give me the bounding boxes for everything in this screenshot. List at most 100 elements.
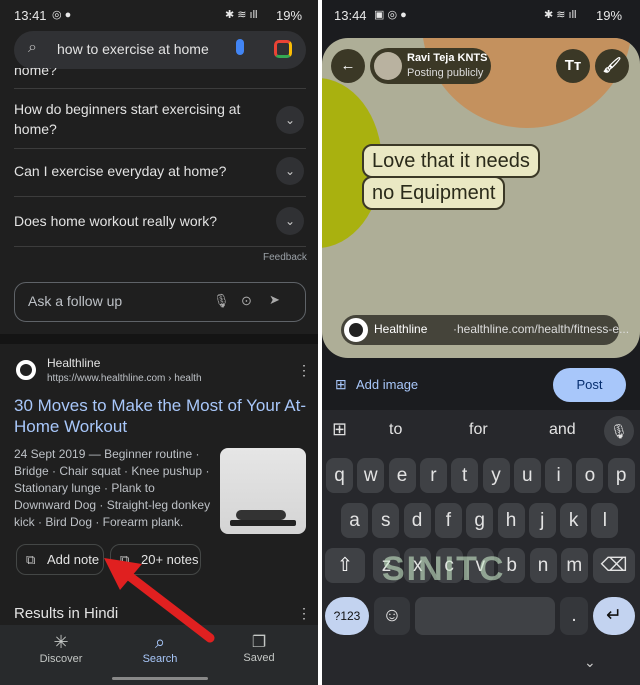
text-style-button[interactable]: Tт <box>556 49 590 83</box>
chevron-down-icon[interactable]: ⌄ <box>276 207 304 235</box>
visibility-label: Posting publicly <box>407 67 484 79</box>
link-url: ·healthline.com/health/fitness-e... <box>453 322 630 336</box>
key-f[interactable]: f <box>434 503 462 538</box>
chevron-down-icon[interactable]: ⌄ <box>276 157 304 185</box>
google-search-screen: 13:41 ◎ ● ✱ ≋ ıll 19% ⌕ how to exercise … <box>0 0 318 685</box>
key-w[interactable]: w <box>357 458 385 493</box>
lens-icon[interactable] <box>274 40 292 58</box>
asterisk-icon: ✳ <box>53 632 69 652</box>
key-h[interactable]: h <box>497 503 525 538</box>
more-options-icon[interactable]: ⋮ <box>297 362 311 379</box>
enter-key[interactable]: ↵ <box>593 597 635 635</box>
suggestion[interactable]: for <box>469 421 488 439</box>
space-key[interactable] <box>415 597 555 635</box>
signal-icons: ✱ ≋ ıll <box>544 9 577 21</box>
link-chip[interactable]: Healthline ·healthline.com/health/fitnes… <box>341 315 629 345</box>
keyboard: ⊞ to for and 🎙︎ ⇧ ⌫ ?123 ☺ . ↵ ⌄ qwertyu… <box>322 410 640 685</box>
key-r[interactable]: r <box>419 458 447 493</box>
author-chip[interactable]: Ravi Teja KNTS Posting publicly <box>370 48 491 84</box>
voice-input-mic-icon[interactable]: 🎙︎ <box>604 416 634 446</box>
key-o[interactable]: o <box>576 458 604 493</box>
mic-icon[interactable] <box>236 39 244 55</box>
result-title[interactable]: 30 Moves to Make the Most of Your At-Hom… <box>14 395 312 437</box>
search-input[interactable]: how to exercise at home <box>57 41 209 57</box>
battery-level: 19% <box>596 8 623 23</box>
feedback-link[interactable]: Feedback <box>263 252 307 263</box>
key-n[interactable]: n <box>529 548 557 583</box>
add-note-screen: 13:44 ▣ ◎ ● ✱ ≋ ıll 19% ← Ravi Teja KNTS… <box>322 0 640 685</box>
key-p[interactable]: p <box>607 458 635 493</box>
search-bar[interactable]: ⌕ how to exercise at home <box>14 31 306 69</box>
background-style-button[interactable]: 🖌︎ <box>595 49 629 83</box>
lens-icon[interactable]: ⊙ <box>241 293 252 309</box>
nav-label: Saved <box>243 652 275 664</box>
section-separator <box>0 334 318 344</box>
post-button[interactable]: Post <box>553 368 626 402</box>
notification-icons: ▣ ◎ ● <box>374 9 407 21</box>
key-m[interactable]: m <box>560 548 588 583</box>
note-text-line: no Equipment <box>362 176 506 210</box>
home-indicator <box>112 677 208 680</box>
more-options-icon[interactable]: ⋮ <box>297 605 311 622</box>
note-preview-card: ← Ravi Teja KNTS Posting publicly Tт 🖌︎ … <box>322 38 640 358</box>
add-note-icon: ⧉ <box>26 552 36 567</box>
suggestion[interactable]: to <box>389 421 402 439</box>
key-y[interactable]: y <box>482 458 510 493</box>
emoji-key[interactable]: ☺ <box>374 597 410 635</box>
result-url[interactable]: https://www.healthline.com › health <box>47 373 202 384</box>
chevron-down-icon[interactable]: ⌄ <box>276 106 304 134</box>
key-d[interactable]: d <box>403 503 431 538</box>
suggestion[interactable]: and <box>549 421 576 439</box>
question-3[interactable]: Does home workout really work? <box>14 211 264 231</box>
apps-grid-icon[interactable]: ⊞ <box>332 419 347 440</box>
battery-level: 19% <box>276 8 303 23</box>
period-key[interactable]: . <box>560 597 588 635</box>
key-e[interactable]: e <box>388 458 416 493</box>
nav-label: Search <box>142 653 178 665</box>
divider <box>14 196 306 197</box>
key-g[interactable]: g <box>466 503 494 538</box>
add-image-button[interactable]: Add image <box>356 377 418 392</box>
watermark-logo: SINITC <box>382 550 506 588</box>
result-snippet: 24 Sept 2019 — Beginner routine · Bridge… <box>14 447 211 529</box>
divider <box>14 246 306 247</box>
back-button[interactable]: ← <box>331 49 365 83</box>
question-1[interactable]: How do beginners start exercising at hom… <box>14 99 264 139</box>
paint-roller-icon: 🖌︎ <box>602 57 622 74</box>
key-k[interactable]: k <box>560 503 588 538</box>
author-name: Ravi Teja KNTS <box>407 52 488 64</box>
key-a[interactable]: a <box>341 503 368 538</box>
key-t[interactable]: t <box>451 458 479 493</box>
back-arrow-icon: ← <box>340 57 356 74</box>
mic-icon[interactable]: 🎙︎ <box>213 293 230 309</box>
result-site[interactable]: Healthline <box>47 356 100 370</box>
shift-key[interactable]: ⇧ <box>325 548 365 583</box>
symbols-key[interactable]: ?123 <box>325 597 369 635</box>
key-s[interactable]: s <box>372 503 400 538</box>
key-u[interactable]: u <box>513 458 541 493</box>
nav-saved[interactable]: ❐ Saved <box>219 632 299 664</box>
nav-discover[interactable]: ✳ Discover <box>21 632 101 665</box>
text-style-icon: Tт <box>564 57 582 74</box>
search-icon: ⌕ <box>28 39 37 56</box>
backspace-key[interactable]: ⌫ <box>593 548 635 583</box>
follow-up-input[interactable]: Ask a follow up 🎙︎ ⊙ ➤ <box>14 282 306 322</box>
whatsapp-icon: ◎ ● <box>52 9 72 21</box>
key-q[interactable]: q <box>326 458 353 493</box>
key-i[interactable]: i <box>545 458 573 493</box>
key-j[interactable]: j <box>528 503 556 538</box>
hide-keyboard-chevron-icon[interactable]: ⌄ <box>584 654 596 671</box>
divider <box>14 88 306 89</box>
red-arrow-annotation <box>104 558 215 643</box>
link-site: Healthline <box>374 322 428 336</box>
bookmarks-icon: ❐ <box>251 634 267 651</box>
divider <box>14 148 306 149</box>
note-text[interactable]: Love that it needs no Equipment <box>362 144 540 210</box>
result-thumbnail[interactable] <box>220 448 306 534</box>
key-l[interactable]: l <box>591 503 619 538</box>
send-icon[interactable]: ➤ <box>269 292 280 308</box>
healthline-favicon <box>344 318 368 342</box>
question-2[interactable]: Can I exercise everyday at home? <box>14 161 264 181</box>
status-time: 13:44 <box>334 8 367 23</box>
add-image-icon[interactable]: ⊞ <box>335 376 347 393</box>
